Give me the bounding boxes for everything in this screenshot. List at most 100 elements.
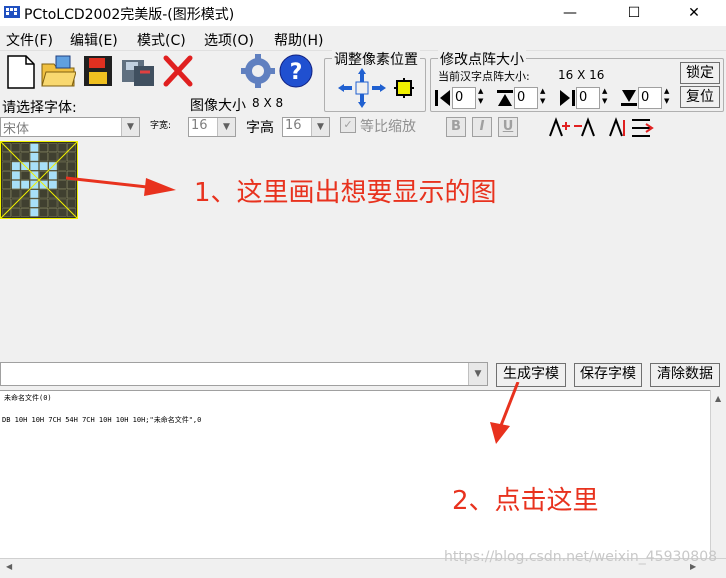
char-height-dropdown-arrow-icon[interactable]: ▼ [311,118,329,136]
char-height-label: 字高 [246,120,274,136]
menu-file[interactable]: 文件(F) [6,30,53,50]
move-pixels-arrows-icon[interactable] [336,66,388,110]
menu-help[interactable]: 帮助(H) [274,30,323,50]
center-pixels-icon[interactable] [394,78,414,98]
save-as-icon[interactable] [120,52,156,90]
output-file-select[interactable]: ▼ [0,362,488,386]
pixel-cell[interactable] [2,171,11,180]
pixel-cell[interactable] [2,161,11,171]
proportional-checkbox[interactable]: ✓ [340,117,356,133]
italic-button[interactable]: I [472,117,492,137]
pixel-cell[interactable] [20,152,30,162]
pixel-cell[interactable] [11,161,21,171]
pixel-cell[interactable] [11,143,21,152]
font-dropdown-arrow-icon[interactable]: ▼ [121,118,139,136]
rotate-left-icon[interactable] [548,116,572,138]
pixel-cell[interactable] [48,198,58,208]
reset-button[interactable]: 复位 [680,86,720,108]
app-icon [4,6,20,18]
pixel-cell[interactable] [48,208,58,217]
pixel-cell[interactable] [39,189,48,199]
pixel-cell[interactable] [20,208,30,217]
pixel-cell[interactable] [48,152,58,162]
menu-mode[interactable]: 模式(C) [137,30,186,50]
rotate-right-icon[interactable] [572,116,596,138]
pixel-cell[interactable] [39,208,48,217]
underline-button[interactable]: U [498,117,518,137]
flip-horizontal-icon[interactable] [606,116,630,138]
bottom-spin-input[interactable]: 0 [638,87,662,109]
pixel-cell[interactable] [67,198,76,208]
annotation-arrow-2 [490,382,520,444]
pixel-cell[interactable] [20,171,30,180]
pixel-cell[interactable] [2,152,11,162]
menu-edit[interactable]: 编辑(E) [70,30,118,50]
bold-button[interactable]: B [446,117,466,137]
font-select[interactable]: 宋体 ▼ [0,117,140,137]
pixel-cell[interactable] [20,143,30,152]
top-spin-arrows[interactable]: ▲ ▼ [540,86,545,106]
char-width-select[interactable]: 16 ▼ [188,117,236,137]
minimize-button[interactable]: — [548,0,592,26]
pixel-cell[interactable] [67,161,76,171]
top-spin-input[interactable]: 0 [514,87,538,109]
pixel-cell[interactable] [48,171,58,180]
lock-button[interactable]: 锁定 [680,62,720,84]
pixel-cell[interactable] [39,198,48,208]
help-icon[interactable]: ? [278,52,314,90]
pixel-cell[interactable] [57,180,67,189]
output-vertical-scrollbar[interactable]: ▲ [710,390,726,558]
pixel-cell[interactable] [2,189,11,199]
pixel-cell[interactable] [57,189,67,199]
scroll-left-arrow-icon[interactable]: ◀ [6,562,12,571]
open-folder-icon[interactable] [40,52,76,90]
pixel-cell[interactable] [30,189,39,199]
pixel-cell[interactable] [11,189,21,199]
pixel-cell[interactable] [48,143,58,152]
shrink-bottom-icon [621,90,637,106]
new-file-icon[interactable] [2,52,38,90]
maximize-button[interactable]: ☐ [612,0,656,26]
right-spin-arrows[interactable]: ▲ ▼ [602,86,607,106]
pixel-cell[interactable] [30,161,39,171]
right-spin-input[interactable]: 0 [576,87,600,109]
left-spin-arrows[interactable]: ▲ ▼ [478,86,483,106]
pixel-cell[interactable] [57,161,67,171]
pixel-cell[interactable] [39,161,48,171]
output-file-dropdown-arrow-icon[interactable]: ▼ [468,363,487,385]
pixel-cell[interactable] [57,208,67,217]
scroll-up-arrow-icon[interactable]: ▲ [715,394,721,403]
output-text-area[interactable]: 未命名文件(0) DB 10H 10H 7CH 54H 7CH 10H 10H … [0,390,710,559]
save-font-button[interactable]: 保存字模 [574,363,642,387]
pixel-cell[interactable] [57,171,67,180]
bottom-spin-arrows[interactable]: ▲ ▼ [664,86,669,106]
clear-data-button[interactable]: 清除数据 [650,363,720,387]
char-width-dropdown-arrow-icon[interactable]: ▼ [217,118,235,136]
pixel-cell[interactable] [11,208,21,217]
pixel-cell[interactable] [11,180,21,189]
pixel-cell[interactable] [39,152,48,162]
pixel-cell[interactable] [20,180,30,189]
pixel-cell[interactable] [67,152,76,162]
pixel-cell[interactable] [30,152,39,162]
pixel-cell[interactable] [2,180,11,189]
pixel-cell[interactable] [20,198,30,208]
left-spin-input[interactable]: 0 [452,87,476,109]
pixel-cell[interactable] [30,143,39,152]
delete-icon[interactable] [160,52,196,90]
modify-matrix-title: 修改点阵大小 [438,49,526,69]
flip-vertical-icon[interactable] [630,116,654,138]
save-icon[interactable] [80,52,116,90]
pixel-cell[interactable] [30,208,39,217]
pixel-cell[interactable] [30,198,39,208]
char-height-select[interactable]: 16 ▼ [282,117,330,137]
close-button[interactable]: ✕ [672,0,716,26]
pixel-cell[interactable] [48,180,58,189]
pixel-cell[interactable] [39,143,48,152]
pixel-cell[interactable] [2,198,11,208]
pixel-cell[interactable] [11,171,21,180]
annotation-arrow-1 [66,176,176,196]
settings-gear-icon[interactable] [240,52,276,90]
pixel-cell[interactable] [57,143,67,152]
menu-options[interactable]: 选项(O) [204,30,254,50]
